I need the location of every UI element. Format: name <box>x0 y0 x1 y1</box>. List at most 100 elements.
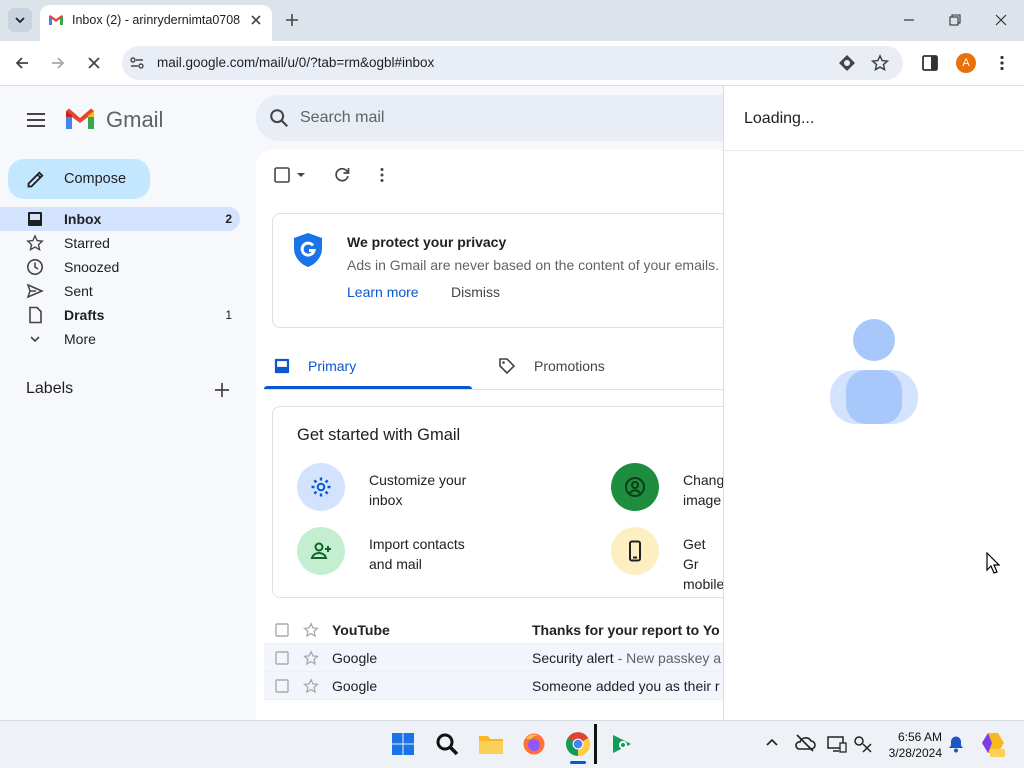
star-icon[interactable] <box>303 650 319 666</box>
chrome-button[interactable] <box>558 724 598 764</box>
select-dropdown-icon[interactable] <box>296 170 306 180</box>
display-icon[interactable] <box>827 735 847 753</box>
email-subject: Someone added you as their r <box>532 678 720 694</box>
nav-item-inbox[interactable]: Inbox 2 <box>0 207 240 231</box>
nav-item-snoozed[interactable]: Snoozed <box>0 255 240 279</box>
nav-label: Starred <box>64 235 110 251</box>
tab-promotions[interactable]: Promotions <box>488 344 724 390</box>
star-icon[interactable] <box>303 622 319 638</box>
tab-search-button[interactable] <box>8 8 32 32</box>
main-menu-icon[interactable] <box>24 108 48 132</box>
search-icon[interactable] <box>268 107 290 129</box>
nav-label: Drafts <box>64 307 105 323</box>
tab-primary[interactable]: Primary <box>264 344 472 390</box>
back-button[interactable] <box>12 53 32 73</box>
label-line: mobile <box>683 576 724 592</box>
start-button[interactable] <box>383 724 423 764</box>
email-row[interactable]: Google Security alert - New passkey a <box>264 644 724 672</box>
add-label-button[interactable] <box>212 380 232 400</box>
url-text[interactable]: mail.google.com/mail/u/0/?tab=rm&ogbl#in… <box>157 55 434 70</box>
nav-label: More <box>64 331 96 347</box>
pencil-icon <box>26 169 46 189</box>
email-subject: Security alert <box>532 650 614 666</box>
profile-avatar[interactable]: A <box>956 53 976 73</box>
nav-item-more[interactable]: More <box>0 327 240 351</box>
nav-item-sent[interactable]: Sent <box>0 279 240 303</box>
import-contacts-button[interactable] <box>297 527 345 575</box>
mouse-cursor-icon <box>986 552 1000 574</box>
file-explorer-button[interactable] <box>471 724 511 764</box>
search-icon <box>436 733 459 756</box>
tab-close-icon[interactable] <box>248 12 264 28</box>
inbox-icon <box>26 210 44 228</box>
more-options-icon[interactable] <box>373 166 391 184</box>
side-panel-loading-text: Loading... <box>744 110 815 127</box>
tag-icon <box>498 357 516 375</box>
browser-menu-icon[interactable] <box>993 54 1011 72</box>
compose-label: Compose <box>64 171 127 187</box>
label-line: Import contacts <box>369 536 465 552</box>
text-cursor-marker <box>594 724 597 764</box>
side-panel-icon[interactable] <box>921 54 939 72</box>
chevron-down-icon <box>26 330 44 348</box>
clock[interactable]: 6:56 AM 3/28/2024 <box>882 729 942 761</box>
row-checkbox[interactable] <box>275 679 289 693</box>
email-row[interactable]: YouTube Thanks for your report to Yo <box>264 616 724 644</box>
customize-inbox-button[interactable] <box>297 463 345 511</box>
email-subject-line: Security alert - New passkey a <box>532 650 724 666</box>
label-line: inbox <box>369 492 403 508</box>
dismiss-button[interactable]: Dismiss <box>451 284 500 300</box>
chevron-up-icon[interactable] <box>764 735 780 751</box>
copilot-pre-icon[interactable] <box>980 731 1006 759</box>
nav-item-drafts[interactable]: Drafts 1 <box>0 303 240 327</box>
refresh-icon[interactable] <box>333 166 351 184</box>
taskbar-search-button[interactable] <box>427 724 467 764</box>
minimize-button[interactable] <box>886 0 932 40</box>
row-checkbox[interactable] <box>275 651 289 665</box>
star-icon[interactable] <box>303 678 319 694</box>
get-mobile-button[interactable] <box>611 527 659 575</box>
folder-icon <box>479 736 503 754</box>
chrome-active-indicator <box>570 761 586 764</box>
notification-bell-icon[interactable] <box>947 735 965 753</box>
email-row[interactable]: Google Someone added you as their r <box>264 672 724 700</box>
email-subject: Thanks for your report to Yo <box>532 622 720 638</box>
gmail-favicon-icon <box>48 13 64 27</box>
get-mobile-label[interactable]: Get Gr mobile <box>683 534 724 594</box>
minimize-icon <box>904 19 914 21</box>
change-image-label[interactable]: Chang image <box>683 470 724 510</box>
forward-button[interactable] <box>48 53 68 73</box>
stop-loading-button[interactable] <box>84 53 104 73</box>
change-image-button[interactable] <box>611 463 659 511</box>
onedrive-offline-icon[interactable] <box>794 734 816 752</box>
gmail-logo-icon <box>64 106 96 132</box>
customize-inbox-label[interactable]: Customize your inbox <box>369 470 466 510</box>
person-placeholder-icon <box>826 316 922 426</box>
email-snippet: - New passkey a <box>613 650 722 666</box>
search-input[interactable]: Search mail <box>300 109 384 127</box>
row-checkbox[interactable] <box>275 623 289 637</box>
close-window-button[interactable] <box>978 0 1024 40</box>
clock-time: 6:56 AM <box>897 730 942 744</box>
app-icon <box>613 735 631 753</box>
restore-button[interactable] <box>932 0 978 40</box>
bookmark-star-icon[interactable] <box>871 54 889 72</box>
nav-item-starred[interactable]: Starred <box>0 231 240 255</box>
firefox-button[interactable] <box>514 724 554 764</box>
clock-date: 3/28/2024 <box>888 746 942 760</box>
draft-icon <box>26 306 44 324</box>
network-icon[interactable] <box>853 735 873 753</box>
taskbar-app-button[interactable] <box>602 724 642 764</box>
nav-count: 1 <box>225 308 232 322</box>
star-icon <box>26 234 44 252</box>
site-info-icon[interactable] <box>128 54 146 72</box>
new-tab-button[interactable] <box>282 10 302 30</box>
select-all-checkbox[interactable] <box>274 167 290 183</box>
side-panel-divider <box>724 150 1024 151</box>
lens-icon[interactable] <box>838 54 856 72</box>
learn-more-link[interactable]: Learn more <box>347 284 419 300</box>
import-contacts-label[interactable]: Import contacts and mail <box>369 534 465 574</box>
label-line: Customize your <box>369 472 467 488</box>
plus-icon <box>215 383 229 397</box>
tab-label: Promotions <box>534 358 605 374</box>
